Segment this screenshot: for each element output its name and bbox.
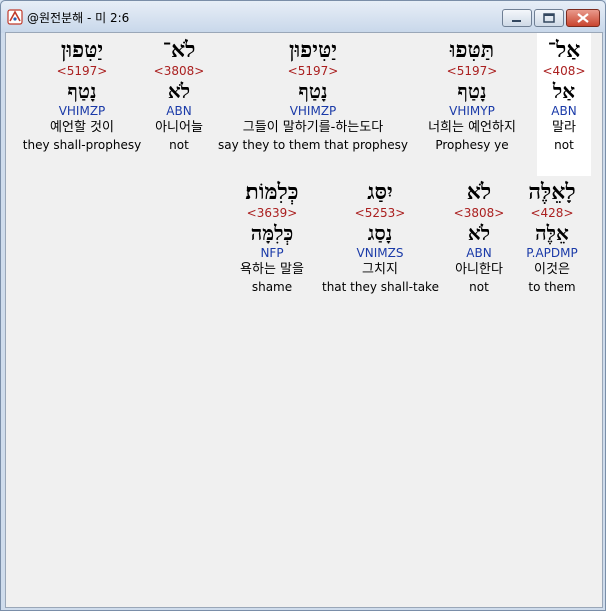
hebrew-word: יַטִּפוּן <box>60 37 104 63</box>
morphology-code: NFP <box>260 246 284 260</box>
morphology-code: VHIMZP <box>289 104 337 118</box>
word-card[interactable]: יַטִּפוּן <5197> נָטַף VHIMZP 예언할 것이 the… <box>18 37 146 153</box>
korean-gloss: 말라 <box>552 120 576 135</box>
lemma: לֹא <box>467 221 491 245</box>
morphology-code: VHIMZP <box>58 104 106 118</box>
word-card[interactable]: יַטִּיפוּן <5197> נָטַף VHIMZP 그들이 말하기를-… <box>218 37 408 153</box>
korean-gloss: 너희는 예언하지 <box>428 120 516 135</box>
app-icon <box>7 9 23 25</box>
strong-number[interactable]: <5197> <box>18 63 146 79</box>
hebrew-word: לֹא־ <box>162 37 196 63</box>
strong-number[interactable]: <3808> <box>447 205 511 221</box>
english-gloss: not <box>554 138 574 152</box>
window-title: @원전분해 - 미 2:6 <box>27 11 130 25</box>
english-gloss: Prophesy ye <box>435 138 509 152</box>
close-icon <box>577 13 589 23</box>
english-gloss: to them <box>528 280 576 294</box>
morphology-code: ABN <box>166 104 192 118</box>
korean-gloss: 아니어늘 <box>155 120 203 135</box>
strong-number[interactable]: <408> <box>537 63 591 79</box>
english-gloss: that they shall-take <box>322 280 439 294</box>
english-gloss: they shall-prophesy <box>22 138 142 152</box>
hebrew-word: כְּלִמּוֹת׃ <box>245 179 299 205</box>
word-card[interactable]: לָאֵלֶּה <428> אֵלֶּה P.APDMP 이것은 to the… <box>519 179 585 295</box>
word-analysis-panel: יַטִּפוּן <5197> נָטַף VHIMZP 예언할 것이 the… <box>5 32 603 608</box>
hebrew-word: לָאֵלֶּה <box>528 179 576 205</box>
lemma: נָטַף <box>457 79 487 103</box>
english-gloss: not <box>169 138 189 152</box>
hebrew-word: יַטִּיפוּן <box>288 37 338 63</box>
word-card[interactable]: לֹא <3808> לֹא ABN 아니한다 not <box>447 179 511 295</box>
english-gloss: not <box>469 280 489 294</box>
app-window: @원전분해 - 미 2:6 יַטִּפוּן <5197> נָטַף VHI… <box>0 0 606 611</box>
hebrew-word: תַּטִּפוּ <box>449 37 495 63</box>
morphology-code: ABN <box>551 104 577 118</box>
word-card[interactable]: יִסַּג <5253> נָסַג VNIMZS 그치지 that they… <box>322 179 439 295</box>
korean-gloss: 아니한다 <box>455 262 503 277</box>
lemma: אֵלֶּה <box>535 221 569 245</box>
korean-gloss: 욕하는 말을 <box>240 262 304 277</box>
korean-gloss: 이것은 <box>534 262 570 277</box>
word-card[interactable]: כְּלִמּוֹת׃ <3639> כְּלִמָּה NFP 욕하는 말을 … <box>228 179 316 295</box>
maximize-button[interactable] <box>534 9 564 27</box>
hebrew-word: לֹא <box>466 179 492 205</box>
strong-number[interactable]: <5197> <box>218 63 408 79</box>
morphology-code: VHIMYP <box>449 104 495 118</box>
lemma: לֹא <box>167 79 191 103</box>
close-button[interactable] <box>566 9 600 27</box>
word-card[interactable]: לֹא־ <3808> לֹא ABN 아니어늘 not <box>149 37 209 153</box>
hebrew-word: יִסַּג <box>367 179 393 205</box>
minimize-icon <box>512 20 521 22</box>
english-gloss: say they to them that prophesy <box>218 138 408 152</box>
morphology-code: P.APDMP <box>526 246 578 260</box>
english-gloss: shame <box>251 280 293 294</box>
word-card[interactable]: תַּטִּפוּ <5197> נָטַף VHIMYP 너희는 예언하지 P… <box>416 37 528 153</box>
morphology-code: VNIMZS <box>356 246 404 260</box>
morphology-code: ABN <box>466 246 492 260</box>
maximize-icon <box>543 13 555 23</box>
word-card-selected[interactable]: אַל־ <408> אַל ABN 말라 not <box>537 33 591 176</box>
strong-number[interactable]: <5197> <box>416 63 528 79</box>
lemma: אַל <box>552 79 576 103</box>
lemma: נָסַג <box>367 221 393 245</box>
korean-gloss: 그치지 <box>362 262 398 277</box>
korean-gloss: 그들이 말하기를-하는도다 <box>242 120 384 135</box>
lemma: נָטַף <box>298 79 328 103</box>
strong-number[interactable]: <5253> <box>322 205 438 221</box>
lemma: נָטַף <box>67 79 97 103</box>
hebrew-word: אַל־ <box>547 37 581 63</box>
strong-number[interactable]: <3639> <box>228 205 316 221</box>
korean-gloss: 예언할 것이 <box>50 120 114 135</box>
strong-number[interactable]: <428> <box>519 205 585 221</box>
strong-number[interactable]: <3808> <box>149 63 209 79</box>
title-bar[interactable]: @원전분해 - 미 2:6 <box>1 1 605 33</box>
minimize-button[interactable] <box>502 9 532 27</box>
lemma: כְּלִמָּה <box>250 221 294 245</box>
